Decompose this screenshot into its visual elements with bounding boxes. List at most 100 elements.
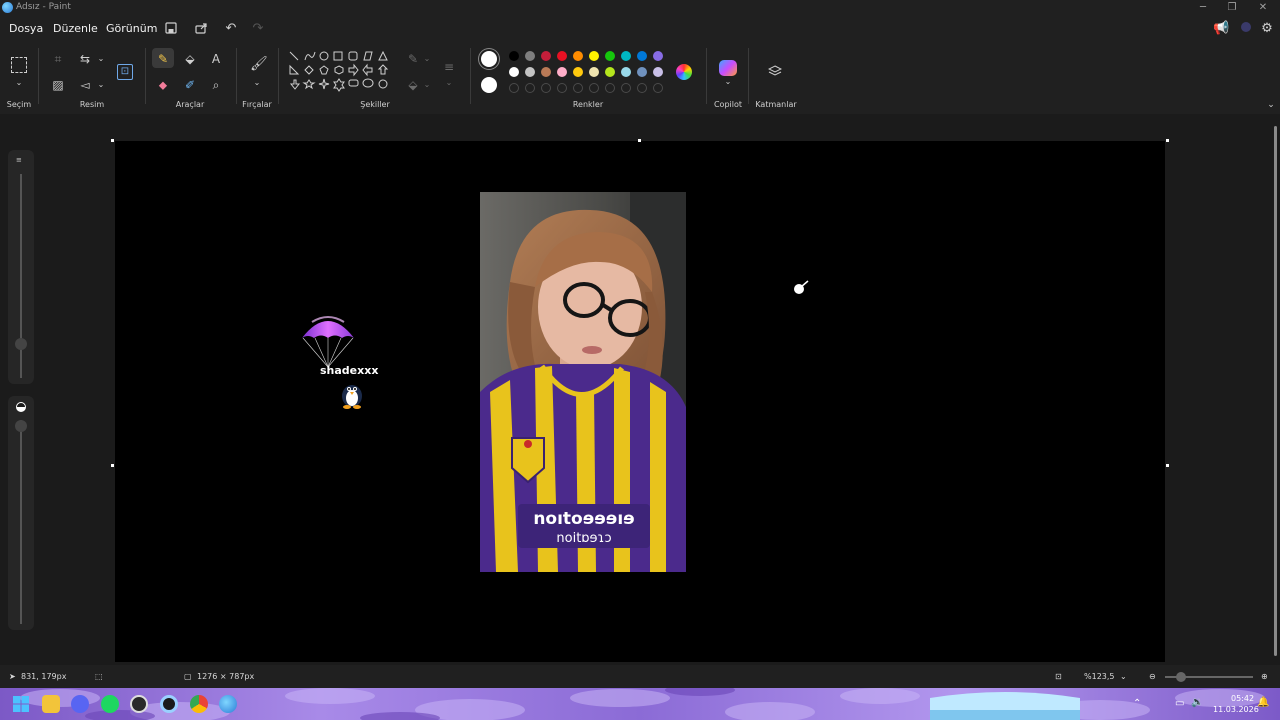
custom-color-slot[interactable] xyxy=(605,83,615,93)
custom-color-slot[interactable] xyxy=(573,83,583,93)
eraser-icon[interactable]: ⬥ xyxy=(156,78,170,92)
color-picker-icon[interactable]: ✐ xyxy=(183,78,197,92)
secondary-color[interactable] xyxy=(481,77,497,93)
discord-icon[interactable] xyxy=(71,695,89,713)
color-swatch[interactable] xyxy=(557,51,567,61)
slider-knob[interactable] xyxy=(15,420,27,432)
image-effects-icon[interactable]: ▨ xyxy=(51,78,65,92)
chevron-down-icon[interactable]: ⌄ xyxy=(1120,672,1127,681)
color-swatch[interactable] xyxy=(589,67,599,77)
app-icon[interactable] xyxy=(160,695,178,713)
start-windows-icon[interactable] xyxy=(12,695,30,713)
notification-bell-icon[interactable]: 🔔 xyxy=(1257,697,1269,708)
layers-icon[interactable] xyxy=(767,64,783,78)
color-swatch[interactable] xyxy=(541,51,551,61)
custom-color-slot[interactable] xyxy=(589,83,599,93)
brush-icon[interactable]: 🖌 xyxy=(250,57,268,71)
edit-colors-icon[interactable] xyxy=(676,64,692,80)
rectangle-select-icon[interactable] xyxy=(11,57,27,73)
redo-icon[interactable]: ↷ xyxy=(250,21,266,37)
restore-button[interactable]: ❐ xyxy=(1225,1,1239,15)
crop-icon[interactable]: ⌗ xyxy=(51,52,65,66)
resize-handle[interactable] xyxy=(111,464,114,467)
primary-color[interactable] xyxy=(481,51,497,67)
color-swatch[interactable] xyxy=(637,67,647,77)
spotify-icon[interactable] xyxy=(101,695,119,713)
pencil-icon[interactable]: ✎ xyxy=(156,52,170,66)
share-icon[interactable] xyxy=(193,21,209,37)
copilot-icon[interactable] xyxy=(719,60,737,76)
resize-icon[interactable]: ⇆ xyxy=(78,52,92,66)
zoom-out-icon[interactable]: ⊖ xyxy=(1149,672,1156,681)
vertical-scrollbar[interactable] xyxy=(1274,118,1278,663)
stroke-size-icon[interactable]: ≡ xyxy=(442,60,456,74)
menu-view[interactable]: Görünüm xyxy=(106,22,157,35)
collapse-ribbon-chevron-icon[interactable]: ⌄ xyxy=(1264,98,1278,112)
color-swatch[interactable] xyxy=(541,67,551,77)
text-icon[interactable]: A xyxy=(209,52,223,66)
volume-icon[interactable]: 🔉 xyxy=(1191,697,1203,708)
steam-icon[interactable] xyxy=(130,695,148,713)
close-button[interactable]: ✕ xyxy=(1256,1,1270,15)
zoom-slider-knob[interactable] xyxy=(1176,672,1186,682)
shapes-gallery[interactable] xyxy=(287,50,397,102)
account-icon[interactable] xyxy=(1238,21,1254,37)
outline-icon[interactable]: ✎ xyxy=(406,52,420,66)
chevron-down-icon[interactable]: ⌄ xyxy=(420,52,434,66)
rotate-icon[interactable]: ◅ xyxy=(78,78,92,92)
pasted-photo[interactable]: noıtoɘɘɘıɘ noitɒɘɿɔ xyxy=(480,192,686,572)
color-swatch[interactable] xyxy=(605,51,615,61)
settings-gear-icon[interactable]: ⚙ xyxy=(1259,21,1275,37)
resize-handle[interactable] xyxy=(1166,139,1169,142)
custom-color-slot[interactable] xyxy=(637,83,647,93)
file-explorer-icon[interactable] xyxy=(42,695,60,713)
color-swatch[interactable] xyxy=(621,67,631,77)
color-swatch[interactable] xyxy=(653,51,663,61)
color-swatch[interactable] xyxy=(509,51,519,61)
scrollbar-thumb[interactable] xyxy=(1274,126,1277,656)
opacity-slider[interactable] xyxy=(8,396,34,630)
resize-handle[interactable] xyxy=(638,139,641,142)
color-swatch[interactable] xyxy=(637,51,647,61)
zoom-level[interactable]: %123,5 xyxy=(1084,672,1115,681)
color-swatch[interactable] xyxy=(621,51,631,61)
brush-size-slider[interactable]: ≡ xyxy=(8,150,34,384)
color-swatch[interactable] xyxy=(653,67,663,77)
color-swatch[interactable] xyxy=(573,51,583,61)
show-hidden-icons-chevron[interactable]: ⌃ xyxy=(1133,698,1141,709)
remove-background-icon[interactable]: ⊡ xyxy=(117,64,133,80)
color-swatch[interactable] xyxy=(589,51,599,61)
network-icon[interactable]: ▭ xyxy=(1175,698,1184,709)
color-swatch[interactable] xyxy=(573,67,583,77)
announcement-icon[interactable]: 📢 xyxy=(1213,21,1229,37)
undo-icon[interactable]: ↶ xyxy=(223,21,239,37)
chevron-down-icon[interactable]: ⌄ xyxy=(721,75,735,89)
color-swatch[interactable] xyxy=(509,67,519,77)
chevron-down-icon[interactable]: ⌄ xyxy=(94,78,108,92)
chevron-down-icon[interactable]: ⌄ xyxy=(250,76,264,90)
custom-color-slot[interactable] xyxy=(653,83,663,93)
fit-to-window-icon[interactable]: ⊡ xyxy=(1055,672,1062,681)
clock-date[interactable]: 11.03.2026 xyxy=(1213,705,1259,714)
slider-knob[interactable] xyxy=(15,338,27,350)
color-swatch[interactable] xyxy=(525,67,535,77)
save-icon[interactable] xyxy=(163,21,179,37)
resize-handle[interactable] xyxy=(111,139,114,142)
magnifier-icon[interactable]: ⌕ xyxy=(209,78,223,92)
resize-handle[interactable] xyxy=(1166,464,1169,467)
chevron-down-icon[interactable]: ⌄ xyxy=(94,52,108,66)
chrome-icon[interactable] xyxy=(190,695,208,713)
fill-bucket-icon[interactable]: ⬙ xyxy=(183,52,197,66)
custom-color-slot[interactable] xyxy=(621,83,631,93)
custom-color-slot[interactable] xyxy=(541,83,551,93)
custom-color-slot[interactable] xyxy=(525,83,535,93)
menu-file[interactable]: Dosya xyxy=(9,22,43,35)
clock-time[interactable]: 05:42 xyxy=(1231,694,1254,703)
color-swatch[interactable] xyxy=(525,51,535,61)
chevron-down-icon[interactable]: ⌄ xyxy=(12,76,26,90)
custom-color-slot[interactable] xyxy=(557,83,567,93)
color-swatch[interactable] xyxy=(557,67,567,77)
menu-edit[interactable]: Düzenle xyxy=(53,22,98,35)
paint-taskbar-icon[interactable] xyxy=(219,695,237,713)
shape-fill-icon[interactable]: ⬙ xyxy=(406,78,420,92)
